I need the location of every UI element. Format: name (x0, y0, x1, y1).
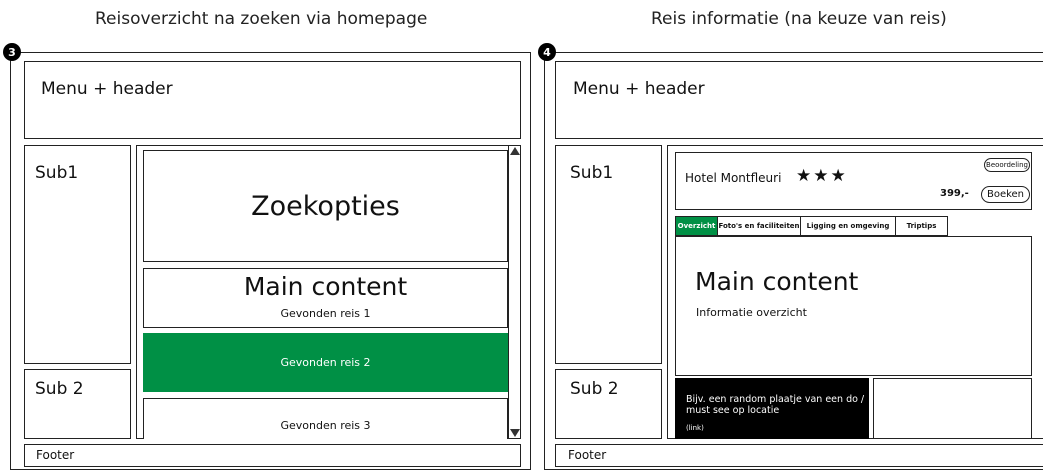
tab-fotos-faciliteiten[interactable]: Foto's en faciliteiten (717, 216, 801, 236)
right-header-box: Menu + header (555, 61, 1043, 139)
hotel-price: 399,- (940, 188, 969, 199)
right-step-badge: 4 (538, 43, 556, 61)
right-sub1-box: Sub1 (555, 145, 662, 364)
left-sub2-label: Sub 2 (35, 379, 84, 399)
left-result-1[interactable]: Main content Gevonden reis 1 (143, 268, 508, 328)
right-title: Reis informatie (na keuze van reis) (651, 9, 947, 29)
rating-button[interactable]: Beoordeling (984, 158, 1030, 172)
left-result-1-label: Gevonden reis 1 (280, 307, 371, 320)
left-result-3-label: Gevonden reis 3 (280, 419, 371, 432)
left-header-box: Menu + header (24, 61, 521, 139)
hotel-name: Hotel Montfleuri (685, 171, 782, 185)
right-sub2-box: Sub 2 (555, 369, 662, 439)
right-footer-label: Footer (568, 448, 607, 462)
right-sub2-label: Sub 2 (570, 379, 619, 399)
location-image-placeholder[interactable]: Bijv. een random plaatje van een do / mu… (675, 378, 869, 439)
left-scrollbar[interactable] (508, 145, 521, 439)
location-image-link[interactable]: (link) (686, 424, 704, 432)
right-extra-box (873, 378, 1032, 439)
left-result-2-label: Gevonden reis 2 (280, 356, 371, 369)
left-sub2-box: Sub 2 (24, 369, 131, 439)
info-overview-label: Informatie overzicht (696, 306, 807, 319)
book-button[interactable]: Boeken (981, 186, 1030, 203)
right-footer-box: Footer (555, 444, 1043, 467)
left-main-content-label: Main content (243, 272, 408, 301)
left-search-options-label: Zoekopties (251, 190, 400, 222)
left-header-label: Menu + header (41, 79, 173, 99)
left-title: Reisoverzicht na zoeken via homepage (95, 9, 428, 29)
left-result-2-selected[interactable]: Gevonden reis 2 (143, 333, 508, 392)
left-sub1-label: Sub1 (35, 163, 79, 183)
left-search-options: Zoekopties (143, 150, 508, 262)
tab-overzicht[interactable]: Overzicht (675, 216, 718, 236)
tab-ligging-omgeving[interactable]: Ligging en omgeving (800, 216, 896, 236)
right-main-content: Main content Informatie overzicht (675, 236, 1032, 376)
scroll-down-icon[interactable] (510, 429, 520, 437)
right-sub1-label: Sub1 (570, 163, 614, 183)
right-header-label: Menu + header (573, 79, 705, 99)
left-result-3[interactable]: Gevonden reis 3 (143, 398, 508, 439)
left-footer-box: Footer (24, 444, 521, 467)
location-image-text: Bijv. een random plaatje van een do / mu… (686, 394, 865, 416)
tab-triptips[interactable]: Triptips (895, 216, 948, 236)
left-footer-label: Footer (36, 448, 75, 462)
right-main-content-label: Main content (695, 267, 859, 296)
star-rating-icon: ★★★ (796, 166, 848, 186)
hotel-card: Hotel Montfleuri ★★★ Beoordeling 399,- B… (675, 152, 1032, 210)
scroll-up-icon[interactable] (510, 147, 520, 155)
left-step-badge: 3 (3, 43, 21, 61)
left-sub1-box: Sub1 (24, 145, 131, 364)
